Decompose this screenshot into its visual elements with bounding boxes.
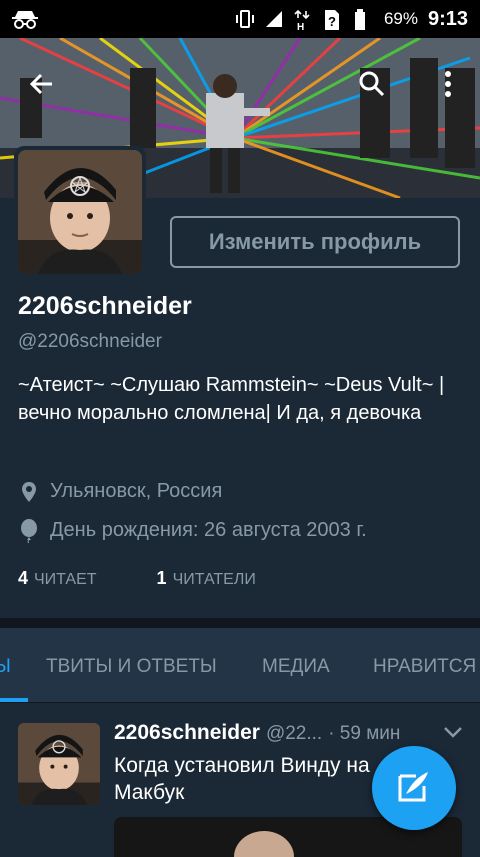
compose-quill-icon [396,768,432,809]
balloon-icon [18,518,40,543]
profile-toolbar [0,38,480,122]
status-bar: H ? 69% 9:13 [0,0,480,38]
more-vert-icon[interactable] [428,64,468,104]
chevron-down-icon[interactable] [442,725,464,744]
tweet-text: Когда установил Винду на Макбук [114,754,370,804]
battery-icon [354,9,374,30]
following-stat[interactable]: 4 ЧИТАЕТ [18,568,97,589]
location-text: Ульяновск, Россия [50,480,223,502]
tab-tweets-replies[interactable]: ТВИТЫ И ОТВЕТЫ [46,656,217,678]
follow-stats: 4 ЧИТАЕТ 1 ЧИТАТЕЛИ [18,568,256,589]
profile-handle: @2206schneider [18,331,162,352]
profile-location: Ульяновск, Россия [18,480,222,503]
clock: 9:13 [427,7,468,30]
vibrate-icon [234,9,254,29]
sim-unknown-icon: ? [324,9,344,30]
followers-label: ЧИТАТЕЛИ [172,571,256,588]
battery-percent: 69% [383,9,418,28]
tab-media[interactable]: МЕДИА [262,656,330,678]
tab-tweets[interactable]: Ы [0,656,11,678]
profile-name: 2206schneider [18,292,192,320]
followers-stat[interactable]: 1 ЧИТАТЕЛИ [157,568,256,589]
location-pin-icon [18,481,40,503]
compose-tweet-button[interactable] [372,746,456,830]
tab-likes[interactable]: НРАВИТСЯ [373,656,476,678]
search-icon[interactable] [352,64,392,104]
profile-tabs: Ы ТВИТЫ И ОТВЕТЫ МЕДИА НРАВИТСЯ [0,628,480,702]
tweet-time: · 59 мин [328,723,401,744]
edit-profile-button[interactable]: Изменить профиль [170,216,460,268]
tweet-avatar[interactable] [18,723,100,805]
data-h-icon: H [294,9,314,33]
following-label: ЧИТАЕТ [34,571,97,588]
svg-text:?: ? [328,14,336,29]
back-arrow-icon[interactable] [22,64,62,104]
tweet-author-handle: @22... [265,723,323,744]
section-divider [0,618,480,628]
profile-bio: ~Атеист~ ~Слушаю Rammstein~ ~Deus Vult~ … [18,374,445,424]
incognito-icon [10,8,40,35]
signal-icon [264,9,284,29]
followers-count: 1 [156,568,167,588]
birthday-text: День рождения: 26 августа 2003 г. [50,519,367,541]
following-count: 4 [18,568,29,588]
profile-avatar-frame [14,146,146,278]
tweet-author-name: 2206schneider [114,721,260,744]
tweet-header: 2206schneider @22... · 59 мин [114,721,400,745]
svg-text:H: H [297,22,304,31]
profile-avatar[interactable] [18,150,142,274]
profile-birthday: День рождения: 26 августа 2003 г. [18,518,367,543]
